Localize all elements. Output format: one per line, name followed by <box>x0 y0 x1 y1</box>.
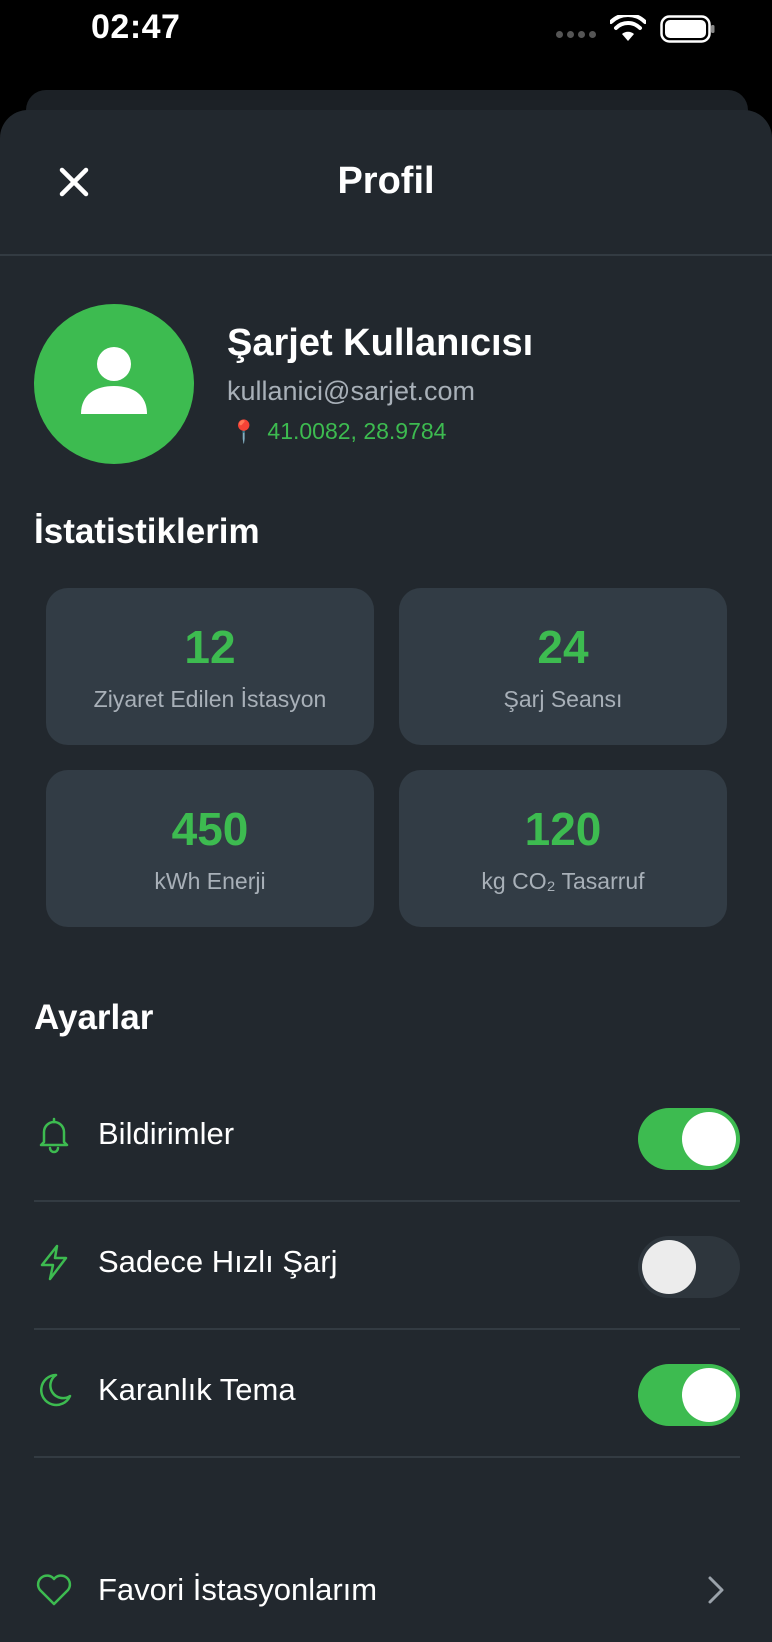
user-location: 📍 41.0082, 28.9784 <box>230 418 446 445</box>
stat-card-stations: 12 Ziyaret Edilen İstasyon <box>46 588 374 745</box>
stat-value: 120 <box>524 803 602 855</box>
user-name: Şarjet Kullanıcısı <box>227 322 534 364</box>
stat-card-sessions: 24 Şarj Seansı <box>399 588 727 745</box>
coordinates: 41.0082, 28.9784 <box>267 418 447 444</box>
lightning-icon <box>40 1244 68 1281</box>
avatar <box>34 304 194 464</box>
stats-title: İstatistiklerim <box>34 512 260 551</box>
toggle-knob <box>642 1240 696 1294</box>
battery-icon <box>660 15 715 43</box>
bell-icon <box>39 1117 69 1154</box>
setting-row-notifications: Bildirimler <box>34 1074 740 1202</box>
stat-label: kg CO₂ Tasarruf <box>481 868 645 894</box>
pin-icon: 📍 <box>230 418 258 444</box>
moon-icon <box>40 1373 72 1407</box>
setting-label: Sadece Hızlı Şarj <box>98 1244 338 1279</box>
stat-value: 450 <box>171 803 249 855</box>
toggle-knob <box>682 1112 736 1166</box>
dark-theme-toggle[interactable] <box>638 1364 740 1426</box>
user-icon <box>81 347 147 414</box>
favorite-stations-row[interactable]: Favori İstasyonlarım <box>34 1550 740 1630</box>
notifications-toggle[interactable] <box>638 1108 740 1170</box>
stat-label: Şarj Seansı <box>503 686 623 712</box>
profile-sheet: Profil Şarjet Kullanıcısı kullanici@sarj… <box>0 110 772 1642</box>
stat-label: kWh Enerji <box>154 868 266 894</box>
sheet-header: Profil <box>0 110 772 256</box>
heart-icon <box>36 1574 72 1606</box>
fast-charge-toggle[interactable] <box>638 1236 740 1298</box>
settings-title: Ayarlar <box>34 998 154 1037</box>
setting-label: Karanlık Tema <box>98 1372 296 1407</box>
setting-label: Favori İstasyonlarım <box>98 1572 378 1607</box>
status-time: 02:47 <box>91 8 181 46</box>
page-title: Profil <box>337 160 435 202</box>
stat-value: 24 <box>537 621 589 673</box>
stat-value: 12 <box>184 621 236 673</box>
setting-label: Bildirimler <box>98 1116 235 1151</box>
status-bar: 02:47 <box>0 0 772 90</box>
stat-card-co2: 120 kg CO₂ Tasarruf <box>399 770 727 927</box>
setting-row-fast-charge: Sadece Hızlı Şarj <box>34 1202 740 1330</box>
user-email: kullanici@sarjet.com <box>227 376 475 406</box>
wifi-icon <box>610 15 646 41</box>
stat-card-energy: 450 kWh Enerji <box>46 770 374 927</box>
setting-row-dark-theme: Karanlık Tema <box>34 1330 740 1458</box>
cellular-signal-icon <box>556 30 596 38</box>
status-icons <box>556 14 716 44</box>
chevron-right-icon <box>708 1576 724 1604</box>
stat-label: Ziyaret Edilen İstasyon <box>93 686 327 712</box>
toggle-knob <box>682 1368 736 1422</box>
